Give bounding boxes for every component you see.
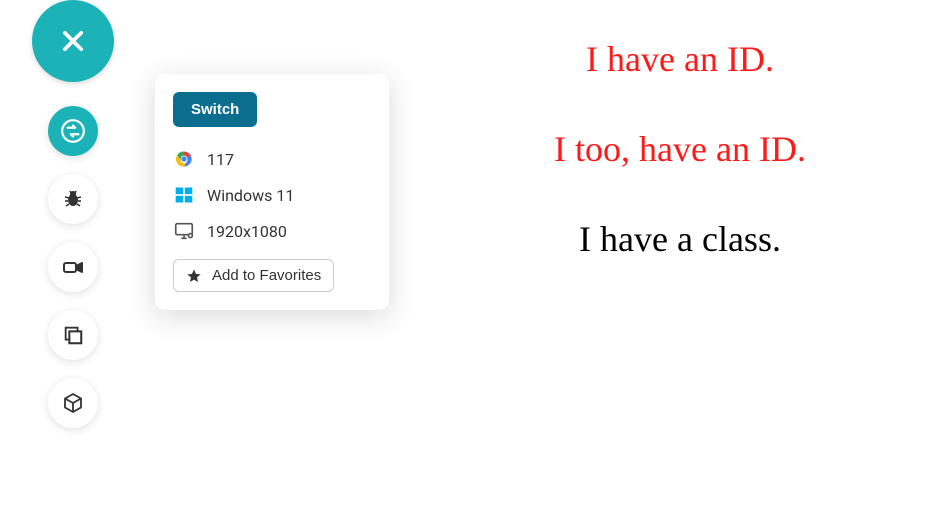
screenshot-button[interactable] [48,310,98,360]
resolution-row: 1920x1080 [173,213,371,249]
windows-icon [173,184,195,206]
switch-button[interactable]: Switch [173,92,257,127]
text-line-1: I have an ID. [440,38,920,80]
os-value: Windows 11 [207,186,294,205]
bug-icon [61,187,85,211]
page-content: I have an ID. I too, have an ID. I have … [440,10,920,308]
close-button[interactable] [32,0,114,82]
vertical-toolbar [28,0,118,428]
add-to-favorites-button[interactable]: Add to Favorites [173,259,334,292]
bug-button[interactable] [48,174,98,224]
browser-row: 117 [173,141,371,177]
browser-version-value: 117 [207,150,234,169]
cube-icon [61,391,85,415]
switch-icon [60,118,86,144]
screenshot-icon [62,324,84,346]
text-line-3: I have a class. [440,218,920,260]
star-icon [186,268,202,284]
os-row: Windows 11 [173,177,371,213]
close-icon [59,27,87,55]
switch-device-button[interactable] [48,106,98,156]
monitor-icon [173,220,195,242]
switch-device-popover: Switch 117 Windows 11 [155,74,389,310]
record-video-button[interactable] [48,242,98,292]
text-line-2: I too, have an ID. [440,128,920,170]
devtools-button[interactable] [48,378,98,428]
chrome-icon [173,148,195,170]
video-icon [61,255,85,279]
add-to-favorites-label: Add to Favorites [212,267,321,284]
resolution-value: 1920x1080 [207,222,287,241]
